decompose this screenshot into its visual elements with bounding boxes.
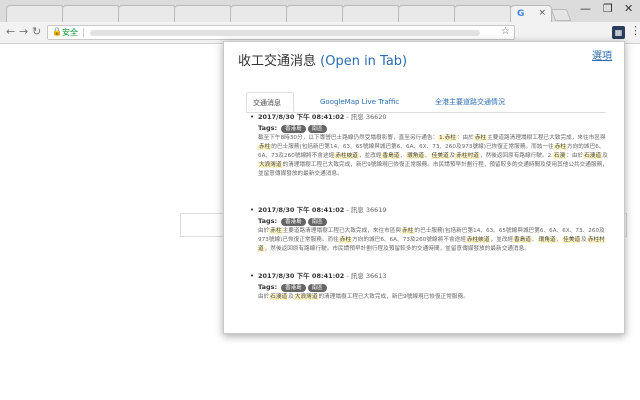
browser-tab[interactable] bbox=[6, 5, 64, 22]
news-body: 由於赤柱主要道路清理塌樹工程已大致完成，來往市區與赤柱的巴士服務(包括新巴第14… bbox=[258, 228, 605, 252]
secure-label: 安全 bbox=[62, 28, 78, 37]
tag-badge[interactable]: 香港島 bbox=[281, 125, 306, 133]
news-body: 由於石澳道及大浪灣道的清理塌樹工程已大致完成，新巴9號線現已恢復正常服務。 bbox=[258, 294, 469, 300]
news-date: 2017/8/30 下午 08:41:02 bbox=[258, 206, 345, 214]
browser-tab[interactable] bbox=[286, 5, 344, 22]
tags-label: Tags: bbox=[258, 217, 278, 225]
news-item: • 2017/8/30 下午 08:41:02 - 訊息 36613 Tags:… bbox=[250, 272, 608, 302]
tag-badge[interactable]: 南區 bbox=[307, 125, 327, 133]
page-search-box bbox=[180, 213, 227, 237]
close-window-icon[interactable]: ✕ bbox=[624, 2, 633, 15]
close-tab-icon[interactable]: × bbox=[538, 8, 546, 18]
extension-popup: 收工交通消息 (Open in Tab) 選項 交通消息 GoogleMap L… bbox=[223, 41, 625, 334]
browser-titlebar: G × — ❐ ✕ bbox=[0, 0, 640, 22]
news-date: 2017/8/30 下午 08:41:02 bbox=[258, 272, 345, 280]
url-text-blurred bbox=[90, 30, 480, 36]
tags-label: Tags: bbox=[258, 283, 278, 291]
google-icon: G bbox=[517, 9, 525, 19]
bullet: • bbox=[250, 206, 255, 214]
browser-tab[interactable] bbox=[174, 5, 232, 22]
tag-badge[interactable]: 香港島 bbox=[281, 218, 306, 226]
tag-badge[interactable]: 香港島 bbox=[281, 284, 306, 292]
browser-tab[interactable] bbox=[454, 5, 512, 22]
browser-tab[interactable] bbox=[398, 5, 456, 22]
divider bbox=[83, 28, 84, 37]
address-bar[interactable]: 🔒 安全 ☆ bbox=[47, 25, 515, 40]
news-meta: 2017/8/30 下午 08:41:02 - 訊息 36620 bbox=[258, 113, 608, 122]
popup-title: 收工交通消息 (Open in Tab) bbox=[238, 50, 407, 69]
bullet: • bbox=[250, 113, 255, 121]
open-in-tab-link[interactable]: (Open in Tab) bbox=[320, 54, 407, 69]
news-tags: Tags: 香港島 南區 bbox=[258, 282, 608, 292]
options-link[interactable]: 選項 bbox=[592, 47, 612, 62]
news-id: - 訊息 36619 bbox=[346, 206, 387, 214]
news-meta: 2017/8/30 下午 08:41:02 - 訊息 36619 bbox=[258, 206, 608, 215]
browser-tab[interactable] bbox=[62, 5, 120, 22]
new-tab-button[interactable] bbox=[550, 9, 572, 21]
tab-traffic-news[interactable]: 交通消息 bbox=[246, 92, 294, 112]
browser-menu-icon[interactable]: ⋮ bbox=[630, 24, 640, 37]
bullet: • bbox=[250, 272, 255, 280]
lock-icon: 🔒 bbox=[52, 27, 62, 36]
browser-tab-active[interactable]: G × bbox=[510, 5, 552, 22]
browser-tab[interactable] bbox=[230, 5, 288, 22]
reload-icon[interactable]: ↻ bbox=[32, 25, 41, 38]
news-id: - 訊息 36620 bbox=[346, 113, 387, 121]
news-meta: 2017/8/30 下午 08:41:02 - 訊息 36613 bbox=[258, 272, 608, 281]
news-id: - 訊息 36613 bbox=[346, 272, 387, 280]
tags-label: Tags: bbox=[258, 124, 278, 132]
news-date: 2017/8/30 下午 08:41:02 bbox=[258, 113, 345, 121]
browser-tab[interactable] bbox=[118, 5, 176, 22]
news-tags: Tags: 香港島 南區 bbox=[258, 216, 608, 226]
extension-icon[interactable]: ▦ bbox=[612, 26, 625, 39]
tab-googlemap-live-traffic[interactable]: GoogleMap Live Traffic bbox=[314, 92, 405, 112]
tag-badge[interactable]: 南區 bbox=[307, 218, 327, 226]
bookmark-star-icon[interactable]: ☆ bbox=[501, 26, 510, 37]
minimize-icon[interactable]: — bbox=[580, 2, 591, 15]
back-icon[interactable]: ← bbox=[6, 25, 15, 38]
news-item: • 2017/8/30 下午 08:41:02 - 訊息 36620 Tags:… bbox=[250, 113, 608, 179]
news-tags: Tags: 香港島 南區 bbox=[258, 123, 608, 133]
popup-title-text: 收工交通消息 bbox=[238, 54, 321, 69]
maximize-icon[interactable]: ❐ bbox=[603, 2, 613, 15]
tab-major-road-traffic[interactable]: 全港主要道路交通情況 bbox=[429, 92, 511, 112]
tag-badge[interactable]: 南區 bbox=[307, 284, 327, 292]
news-item: • 2017/8/30 下午 08:41:02 - 訊息 36619 Tags:… bbox=[250, 206, 608, 254]
popup-tabs: 交通消息 GoogleMap Live Traffic 全港主要道路交通情況 bbox=[246, 92, 606, 113]
forward-icon[interactable]: → bbox=[19, 25, 28, 38]
news-body: 截至下午8時30分，以下專營巴士路線仍然受塌樹影響，直至另行通告：1.赤柱：由於… bbox=[258, 135, 608, 177]
browser-tab[interactable] bbox=[342, 5, 400, 22]
